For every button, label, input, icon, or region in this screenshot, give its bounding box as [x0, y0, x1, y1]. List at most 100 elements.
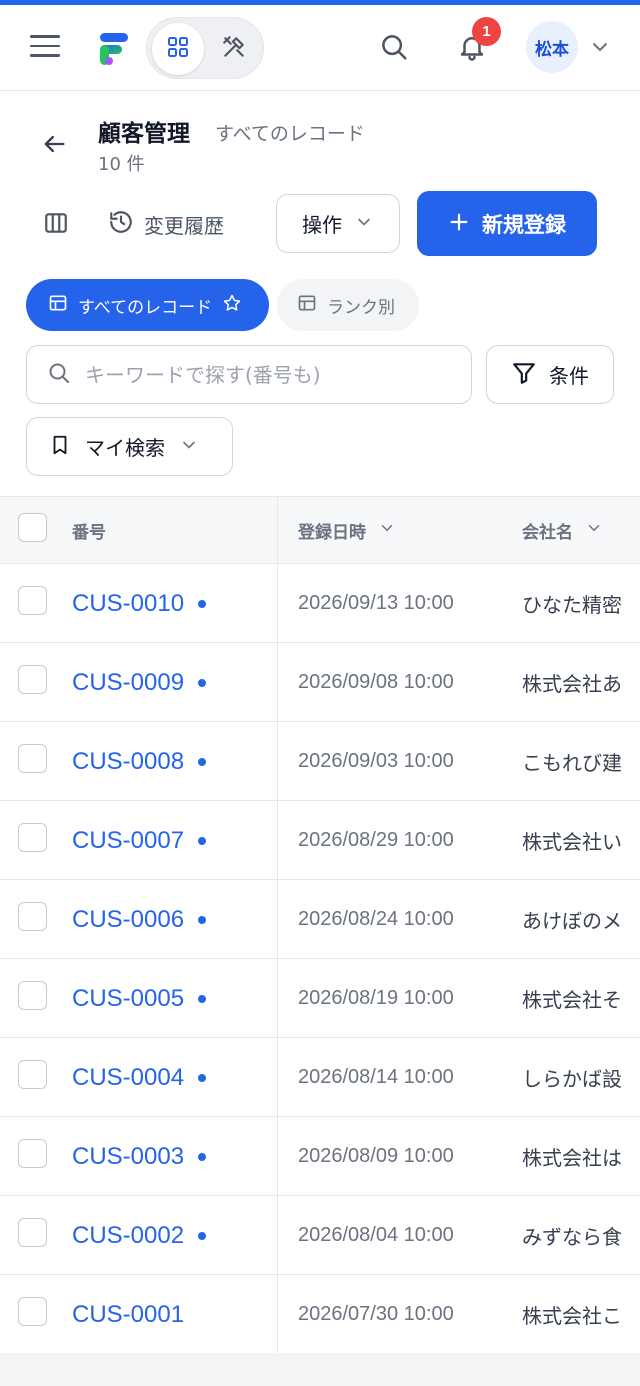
record-company: こもれび建: [522, 751, 622, 775]
keyword-search: [26, 345, 472, 404]
row-checkbox[interactable]: [18, 1060, 47, 1089]
tools-view-button[interactable]: [208, 23, 260, 75]
tab-all-records[interactable]: すべてのレコード: [26, 279, 269, 331]
table-row[interactable]: CUS-0002 2026/08/04 10:00 みずなら食: [0, 1196, 640, 1275]
chevron-down-icon: [378, 519, 396, 542]
unread-dot: [198, 915, 207, 924]
star-icon[interactable]: [222, 293, 242, 317]
row-checkbox[interactable]: [18, 1297, 47, 1326]
record-id-link[interactable]: CUS-0005: [72, 959, 207, 1038]
plus-icon: [448, 211, 470, 237]
record-id: CUS-0010: [72, 589, 185, 617]
table-row[interactable]: CUS-0006 2026/08/24 10:00 あけぼのメ: [0, 880, 640, 959]
record-id-link[interactable]: CUS-0008: [72, 722, 207, 801]
record-date: 2026/09/08 10:00: [298, 671, 454, 693]
conditions-button[interactable]: 条件: [486, 345, 614, 404]
history-label: 変更履歴: [144, 213, 224, 238]
table-row[interactable]: CUS-0005 2026/08/19 10:00 株式会社そ: [0, 959, 640, 1038]
row-checkbox[interactable]: [18, 1139, 47, 1168]
record-id-link[interactable]: CUS-0009: [72, 643, 207, 722]
record-id: CUS-0005: [72, 984, 185, 1012]
table-header: 番号 登録日時 会社名: [0, 497, 640, 564]
records-table: 番号 登録日時 会社名 CUS-0010 2026/09/13 10:00 ひな…: [0, 496, 640, 1353]
table-row[interactable]: CUS-0001 2026/07/30 10:00 株式会社こ: [0, 1275, 640, 1353]
record-company: 株式会社そ: [522, 988, 622, 1012]
row-checkbox[interactable]: [18, 902, 47, 931]
filter-icon: [511, 360, 537, 390]
record-date: 2026/08/09 10:00: [298, 1145, 454, 1167]
app-logo[interactable]: [96, 30, 134, 68]
record-id-link[interactable]: CUS-0003: [72, 1117, 207, 1196]
row-checkbox[interactable]: [18, 665, 47, 694]
record-id: CUS-0008: [72, 747, 185, 775]
record-company: あけぼのメ: [522, 909, 622, 933]
chevron-down-icon: [585, 519, 603, 542]
record-date: 2026/08/19 10:00: [298, 987, 454, 1009]
table-icon: [48, 293, 68, 317]
view-toggle: [146, 17, 264, 79]
column-header-date[interactable]: 登録日時: [298, 497, 396, 564]
back-arrow-icon[interactable]: [40, 130, 72, 158]
record-id: CUS-0001: [72, 1300, 185, 1328]
my-search-button[interactable]: マイ検索: [26, 417, 233, 476]
unread-dot: [198, 678, 207, 687]
page-title: 顧客管理: [98, 121, 190, 147]
tab-all-records-label: すべてのレコード: [78, 297, 213, 318]
unread-dot: [198, 757, 207, 766]
table-row[interactable]: CUS-0010 2026/09/13 10:00 ひなた精密: [0, 564, 640, 643]
select-all-checkbox[interactable]: [18, 513, 47, 542]
user-avatar[interactable]: 松本: [526, 21, 578, 73]
operations-button[interactable]: 操作: [276, 194, 400, 253]
row-checkbox[interactable]: [18, 981, 47, 1010]
column-header-number[interactable]: 番号: [72, 497, 106, 564]
record-company: ひなた精密: [522, 593, 622, 617]
table-row[interactable]: CUS-0008 2026/09/03 10:00 こもれび建: [0, 722, 640, 801]
record-id: CUS-0004: [72, 1063, 185, 1091]
record-company: しらかば設: [522, 1067, 622, 1091]
row-checkbox[interactable]: [18, 586, 47, 615]
unread-dot: [198, 1231, 207, 1240]
column-header-number-label: 番号: [72, 523, 106, 543]
record-id: CUS-0007: [72, 826, 185, 854]
grid-view-button[interactable]: [152, 23, 204, 75]
record-id: CUS-0002: [72, 1221, 185, 1249]
history-button[interactable]: 変更履歴: [108, 202, 224, 246]
tab-by-rank[interactable]: ランク別: [277, 279, 419, 331]
column-divider: [277, 497, 278, 1353]
row-checkbox[interactable]: [18, 744, 47, 773]
tab-by-rank-label: ランク別: [327, 297, 395, 318]
new-record-button[interactable]: 新規登録: [417, 191, 597, 256]
column-header-company[interactable]: 会社名: [522, 497, 603, 564]
record-count: 10 件: [98, 154, 145, 175]
chevron-down-icon: [354, 212, 374, 236]
table-row[interactable]: CUS-0009 2026/09/08 10:00 株式会社あ: [0, 643, 640, 722]
unread-dot: [198, 599, 207, 608]
record-id-link[interactable]: CUS-0002: [72, 1196, 207, 1275]
operations-label: 操作: [302, 213, 342, 237]
record-id-link[interactable]: CUS-0001: [72, 1275, 184, 1353]
menu-icon[interactable]: [30, 35, 60, 59]
record-company: 株式会社こ: [522, 1304, 622, 1328]
row-checkbox[interactable]: [18, 823, 47, 852]
record-id: CUS-0009: [72, 668, 185, 696]
record-company: 株式会社は: [522, 1146, 622, 1170]
row-checkbox[interactable]: [18, 1218, 47, 1247]
search-icon[interactable]: [372, 25, 416, 69]
table-row[interactable]: CUS-0003 2026/08/09 10:00 株式会社は: [0, 1117, 640, 1196]
unread-dot: [198, 994, 207, 1003]
record-id-link[interactable]: CUS-0006: [72, 880, 207, 959]
table-row[interactable]: CUS-0004 2026/08/14 10:00 しらかば設: [0, 1038, 640, 1117]
chevron-down-icon[interactable]: [588, 35, 612, 59]
record-company: 株式会社い: [522, 830, 622, 854]
record-id-link[interactable]: CUS-0010: [72, 564, 207, 643]
new-record-label: 新規登録: [482, 212, 566, 237]
record-date: 2026/09/03 10:00: [298, 750, 454, 772]
unread-dot: [198, 1073, 207, 1082]
columns-button[interactable]: [36, 205, 76, 245]
column-header-date-label: 登録日時: [298, 523, 366, 543]
record-company: 株式会社あ: [522, 672, 622, 696]
table-row[interactable]: CUS-0007 2026/08/29 10:00 株式会社い: [0, 801, 640, 880]
record-id-link[interactable]: CUS-0004: [72, 1038, 207, 1117]
keyword-search-input[interactable]: [85, 362, 445, 387]
record-id-link[interactable]: CUS-0007: [72, 801, 207, 880]
